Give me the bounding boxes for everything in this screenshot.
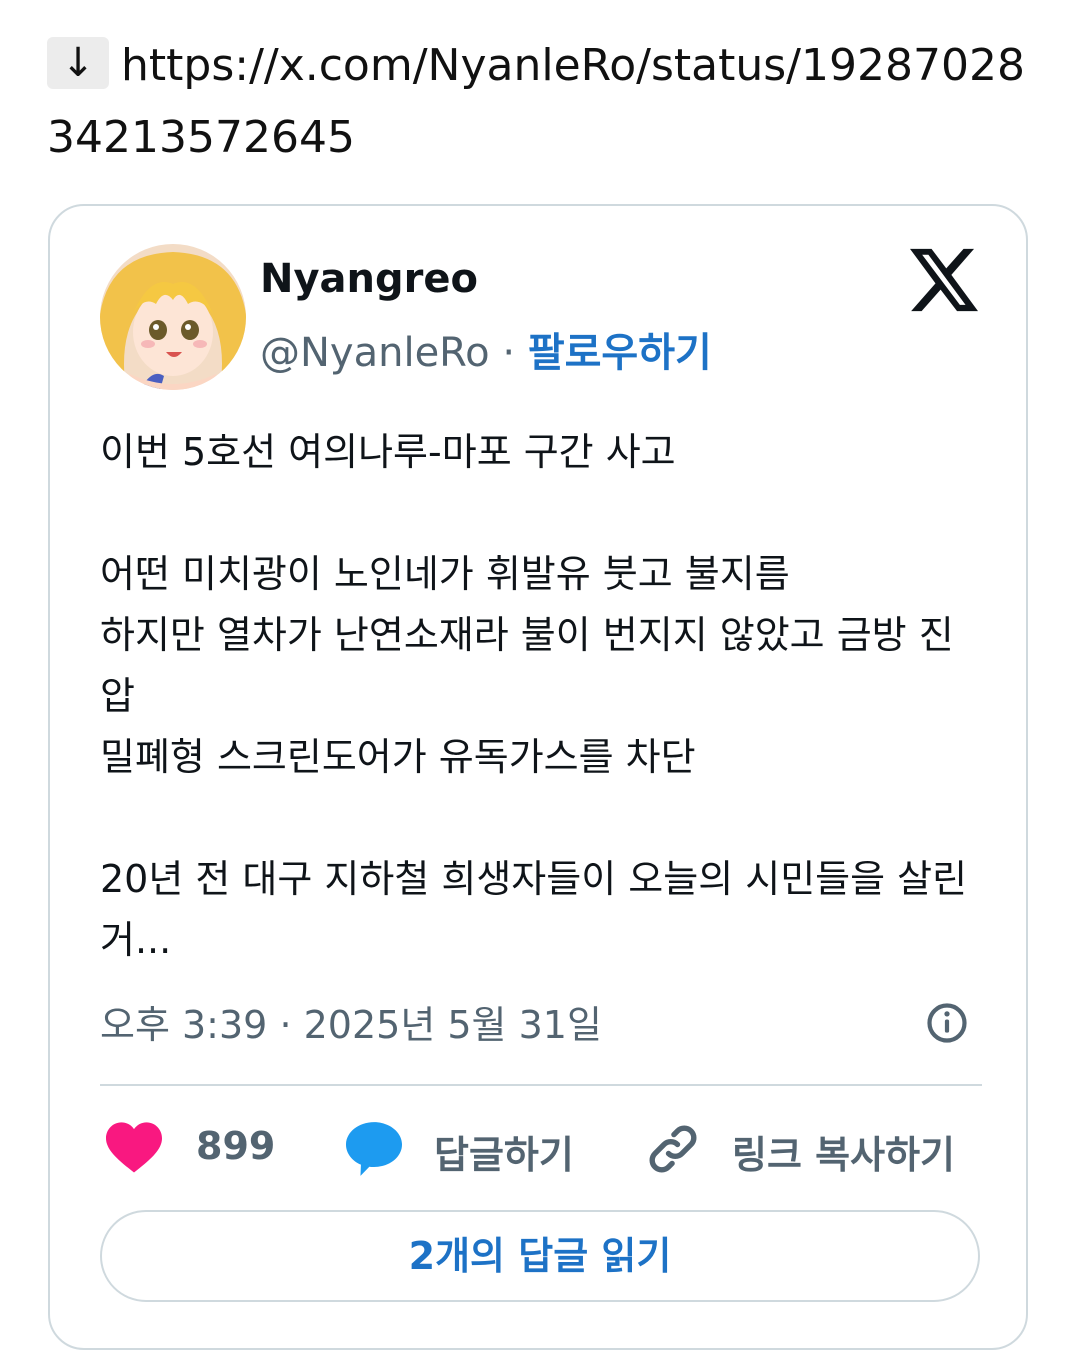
- handle[interactable]: @NyanleRo: [260, 330, 490, 376]
- like-button[interactable]: 899: [100, 1114, 300, 1182]
- link-line: ↓ https://x.com/NyanleRo/status/192870283…: [47, 30, 1047, 174]
- tweet-line: 하지만 열차가 난연소재라 불이 번지지 않았고 금방 진압: [100, 613, 954, 718]
- tweet-time: 오후 3:39: [100, 1003, 268, 1047]
- handle-separator: ·: [502, 330, 516, 376]
- anime-avatar-icon: [100, 244, 246, 390]
- link-icon: [649, 1125, 697, 1173]
- tweet-embed-card: Nyangreo @NyanleRo · 팔로우하기 이번 5호선 여의나루-마…: [48, 204, 1028, 1350]
- handle-line: @NyanleRo · 팔로우하기: [260, 320, 712, 378]
- tweet-timestamp[interactable]: 오후 3:39 · 2025년 5월 31일: [100, 994, 602, 1049]
- copy-link-label: 링크 복사하기: [732, 1133, 955, 1177]
- tweet-line: [100, 788, 980, 849]
- reply-label: 답글하기: [434, 1133, 574, 1177]
- heart-icon: [106, 1122, 162, 1173]
- info-icon[interactable]: [926, 1002, 968, 1044]
- action-bar: 899 답글하기 링크 복사하기: [100, 1114, 982, 1182]
- copy-link-button[interactable]: 링크 복사하기: [646, 1114, 982, 1182]
- read-replies-button[interactable]: 2개의 답글 읽기: [100, 1210, 980, 1302]
- tweet-line: 어떤 미치광이 노인네가 휘발유 붓고 불지름: [100, 552, 790, 596]
- tweet-line: 20년 전 대구 지하철 희생자들이 오늘의 시민들을 살린거...: [100, 857, 968, 962]
- reply-button[interactable]: 답글하기: [346, 1114, 596, 1182]
- tweet-line: 밀폐형 스크린도어가 유독가스를 차단: [100, 735, 696, 779]
- divider: [100, 1084, 982, 1086]
- tweet-date: 2025년 5월 31일: [303, 1003, 602, 1047]
- tweet-text: 이번 5호선 여의나루-마포 구간 사고 어떤 미치광이 노인네가 휘발유 붓고…: [100, 422, 980, 971]
- x-logo-icon[interactable]: [910, 248, 978, 312]
- tweet-url[interactable]: https://x.com/NyanleRo/status/1928702834…: [47, 40, 1025, 163]
- down-arrow-icon[interactable]: ↓: [47, 37, 109, 89]
- tweet-line: [100, 483, 980, 544]
- avatar[interactable]: [100, 244, 246, 390]
- tweet-line: 이번 5호선 여의나루-마포 구간 사고: [100, 430, 676, 474]
- meta-separator: ·: [279, 1003, 292, 1047]
- speech-bubble-icon: [346, 1122, 402, 1176]
- follow-link[interactable]: 팔로우하기: [528, 330, 712, 376]
- display-name[interactable]: Nyangreo: [260, 256, 478, 302]
- like-count: 899: [196, 1124, 276, 1168]
